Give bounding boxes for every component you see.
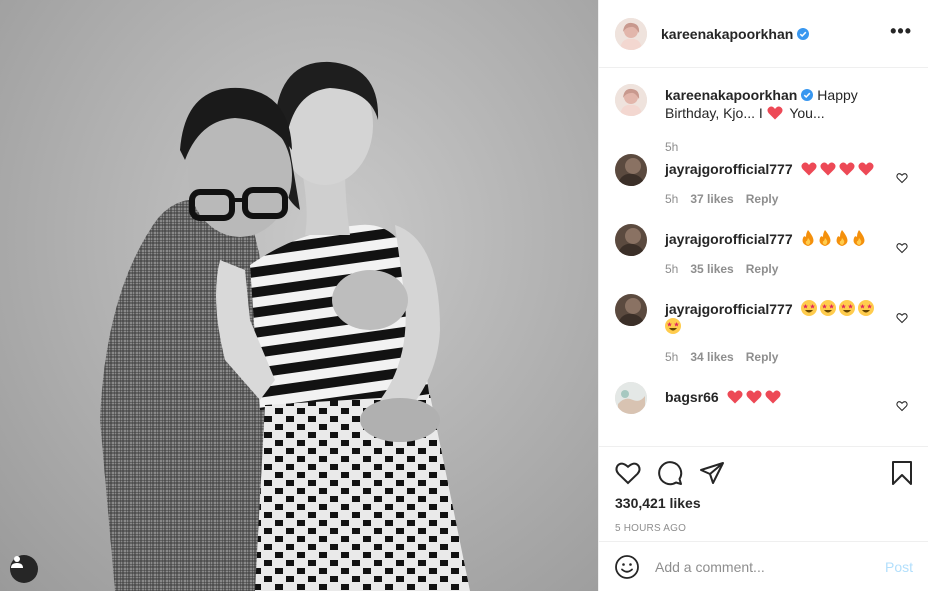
star-struck-emoji-icon bbox=[800, 300, 817, 316]
comment-avatar[interactable] bbox=[615, 382, 647, 414]
user-tag-icon[interactable] bbox=[10, 555, 38, 583]
post-header: kareenakapoorkhan ••• bbox=[599, 0, 928, 68]
comment-avatar[interactable] bbox=[615, 224, 647, 256]
comment-time: 5h bbox=[665, 350, 679, 364]
star-struck-emoji-icon bbox=[838, 300, 855, 316]
comment-like-icon[interactable] bbox=[896, 312, 908, 324]
heart-emoji-icon bbox=[857, 162, 874, 176]
comment-likes[interactable]: 37 likes bbox=[690, 190, 733, 208]
comment-like-icon[interactable] bbox=[896, 172, 908, 184]
post-details-panel: kareenakapoorkhan ••• kareenakapoorkhan H… bbox=[598, 0, 928, 591]
comment-likes[interactable]: 34 likes bbox=[690, 348, 733, 366]
star-struck-emoji-icon bbox=[665, 318, 681, 334]
caption-username[interactable]: kareenakapoorkhan bbox=[665, 87, 797, 103]
comments-list: kareenakapoorkhan Happy Birthday, Kjo... … bbox=[599, 68, 928, 446]
more-options-icon[interactable]: ••• bbox=[890, 22, 912, 42]
heart-emoji-icon bbox=[800, 162, 817, 176]
comment-username[interactable]: bagsr66 bbox=[665, 389, 719, 405]
comment-item: jayrajgorofficial777 5h 34 likes Reply bbox=[615, 294, 912, 382]
heart-emoji-icon bbox=[765, 390, 781, 404]
like-icon[interactable] bbox=[615, 461, 641, 485]
comment-item: jayrajgorofficial777 5h 35 likes Reply bbox=[615, 224, 912, 294]
comment-username[interactable]: jayrajgorofficial777 bbox=[665, 301, 793, 317]
caption: kareenakapoorkhan Happy Birthday, Kjo... … bbox=[615, 84, 912, 154]
post-actions: 330,421 likes 5 HOURS AGO bbox=[599, 446, 928, 534]
photo-illustration bbox=[100, 61, 470, 591]
fire-emoji-icon bbox=[853, 230, 864, 246]
comment-item: bagsr66 bbox=[615, 382, 912, 422]
comment-username[interactable]: jayrajgorofficial777 bbox=[665, 231, 793, 247]
comment-time: 5h bbox=[665, 262, 679, 276]
verified-badge-icon bbox=[801, 89, 814, 101]
heart-emoji-icon bbox=[727, 390, 743, 404]
smiley-icon[interactable] bbox=[615, 554, 639, 579]
comment-time: 5h bbox=[665, 192, 679, 206]
add-comment-bar: Post bbox=[599, 541, 928, 591]
comment-emojis bbox=[727, 389, 784, 405]
caption-text-end: You... bbox=[789, 105, 825, 121]
heart-emoji-icon bbox=[838, 162, 855, 176]
fire-emoji-icon bbox=[819, 230, 830, 246]
comment-emojis bbox=[800, 161, 877, 177]
share-icon[interactable] bbox=[699, 461, 725, 485]
heart-emoji-icon bbox=[767, 106, 783, 120]
fire-emoji-icon bbox=[802, 230, 813, 246]
comment-icon[interactable] bbox=[657, 460, 683, 486]
star-struck-emoji-icon bbox=[819, 300, 836, 316]
action-icons bbox=[615, 459, 913, 487]
caption-avatar[interactable] bbox=[615, 84, 647, 116]
post-photo[interactable] bbox=[0, 0, 598, 591]
heart-emoji-icon bbox=[746, 390, 762, 404]
comment-likes[interactable]: 35 likes bbox=[690, 260, 733, 278]
comment-avatar[interactable] bbox=[615, 294, 647, 326]
comment-emojis bbox=[801, 230, 869, 247]
save-icon[interactable] bbox=[891, 460, 913, 486]
comment-item: jayrajgorofficial777 5h 37 likes Reply bbox=[615, 154, 912, 224]
reply-button[interactable]: Reply bbox=[746, 260, 779, 278]
fire-emoji-icon bbox=[836, 230, 847, 246]
author-avatar[interactable] bbox=[615, 17, 647, 50]
verified-badge-icon bbox=[797, 27, 810, 40]
comment-input[interactable] bbox=[655, 558, 885, 575]
reply-button[interactable]: Reply bbox=[746, 348, 779, 366]
star-struck-emoji-icon bbox=[857, 300, 874, 316]
post-button[interactable]: Post bbox=[885, 559, 913, 575]
post-timestamp[interactable]: 5 HOURS AGO bbox=[615, 523, 913, 534]
comment-avatar[interactable] bbox=[615, 154, 647, 186]
heart-emoji-icon bbox=[819, 162, 836, 176]
comment-like-icon[interactable] bbox=[896, 400, 908, 412]
likes-count[interactable]: 330,421 likes bbox=[615, 495, 913, 511]
reply-button[interactable]: Reply bbox=[746, 190, 779, 208]
comment-like-icon[interactable] bbox=[896, 242, 908, 254]
author-username[interactable]: kareenakapoorkhan bbox=[661, 26, 793, 42]
comment-username[interactable]: jayrajgorofficial777 bbox=[665, 161, 793, 177]
